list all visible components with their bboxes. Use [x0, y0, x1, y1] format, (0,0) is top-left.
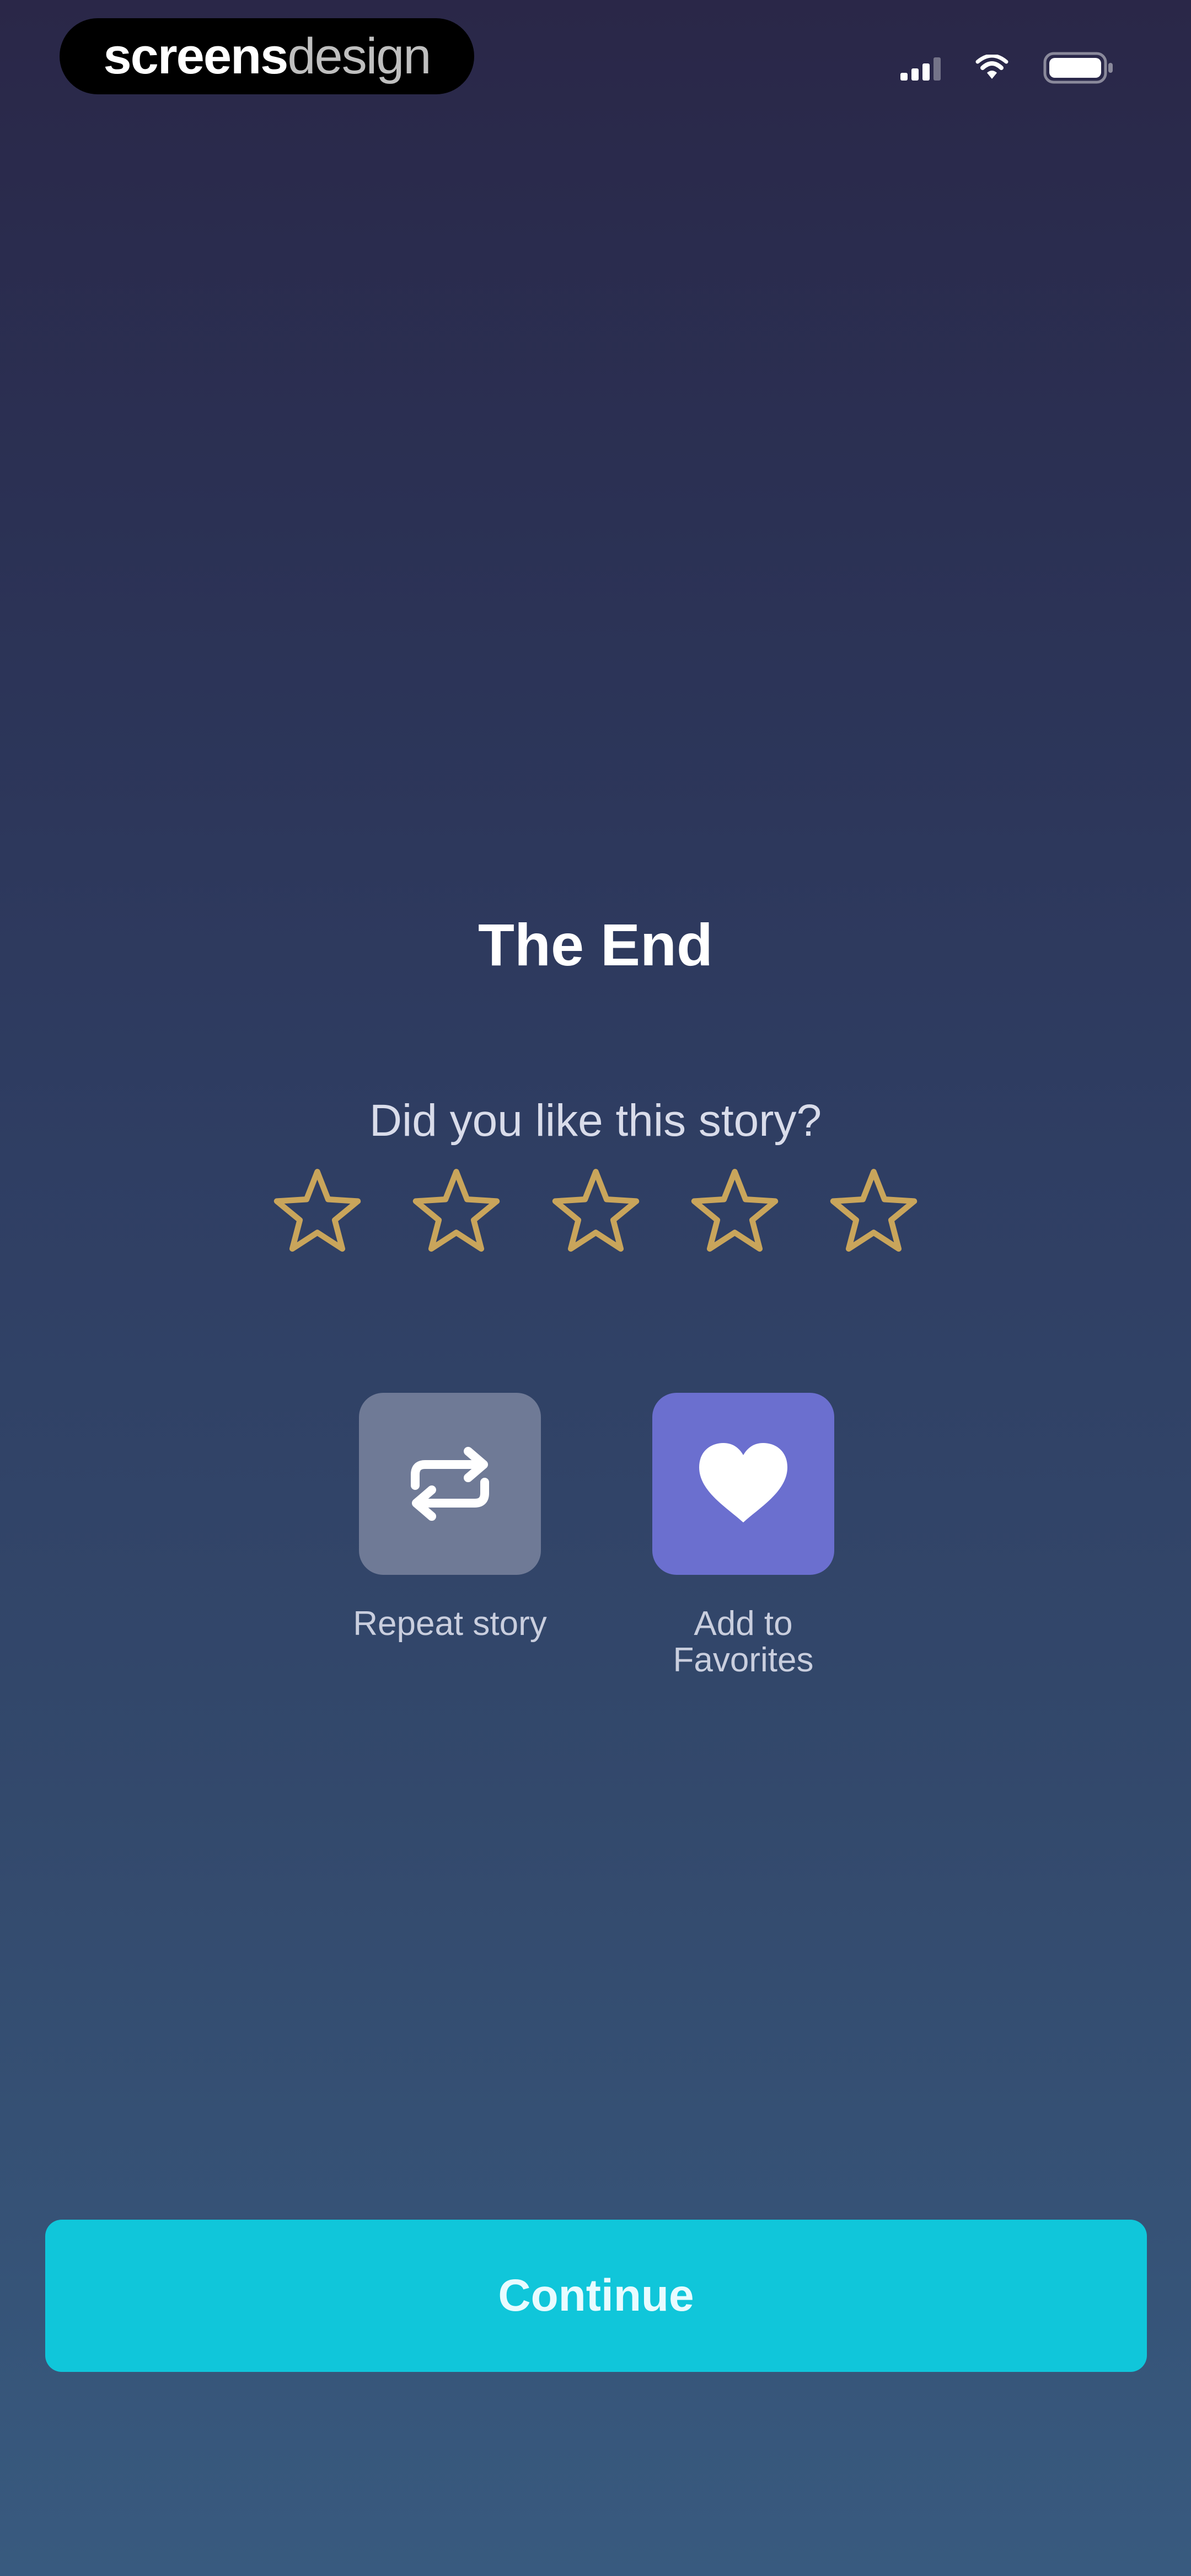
battery-icon [1043, 52, 1115, 84]
star-1-icon[interactable] [269, 1165, 366, 1262]
star-3-icon[interactable] [548, 1165, 644, 1262]
star-4-icon[interactable] [686, 1165, 783, 1262]
status-icons [900, 49, 1115, 87]
wifi-icon [975, 55, 1009, 81]
add-to-favorites-action: Add to Favorites [633, 1393, 854, 1679]
heart-icon [699, 1443, 787, 1522]
brand-name-light: design [287, 28, 431, 84]
brand-watermark: screens design [60, 18, 474, 94]
add-to-favorites-button[interactable] [652, 1393, 834, 1575]
status-bar: screens design [0, 0, 1191, 132]
repeat-story-action: Repeat story [340, 1393, 560, 1642]
brand-name-strong: screens [103, 28, 289, 84]
continue-button[interactable]: Continue [45, 2220, 1147, 2372]
star-5-icon[interactable] [825, 1165, 922, 1262]
cellular-signal-icon [900, 55, 941, 81]
add-to-favorites-label: Add to Favorites [673, 1605, 814, 1679]
repeat-story-button[interactable] [359, 1393, 541, 1575]
repeat-story-label: Repeat story [353, 1605, 547, 1643]
story-end-title: The End [478, 911, 713, 978]
repeat-icon [411, 1447, 489, 1521]
star-2-icon[interactable] [408, 1165, 505, 1262]
star-rating [269, 1165, 922, 1262]
rating-prompt: Did you like this story? [369, 1095, 822, 1146]
